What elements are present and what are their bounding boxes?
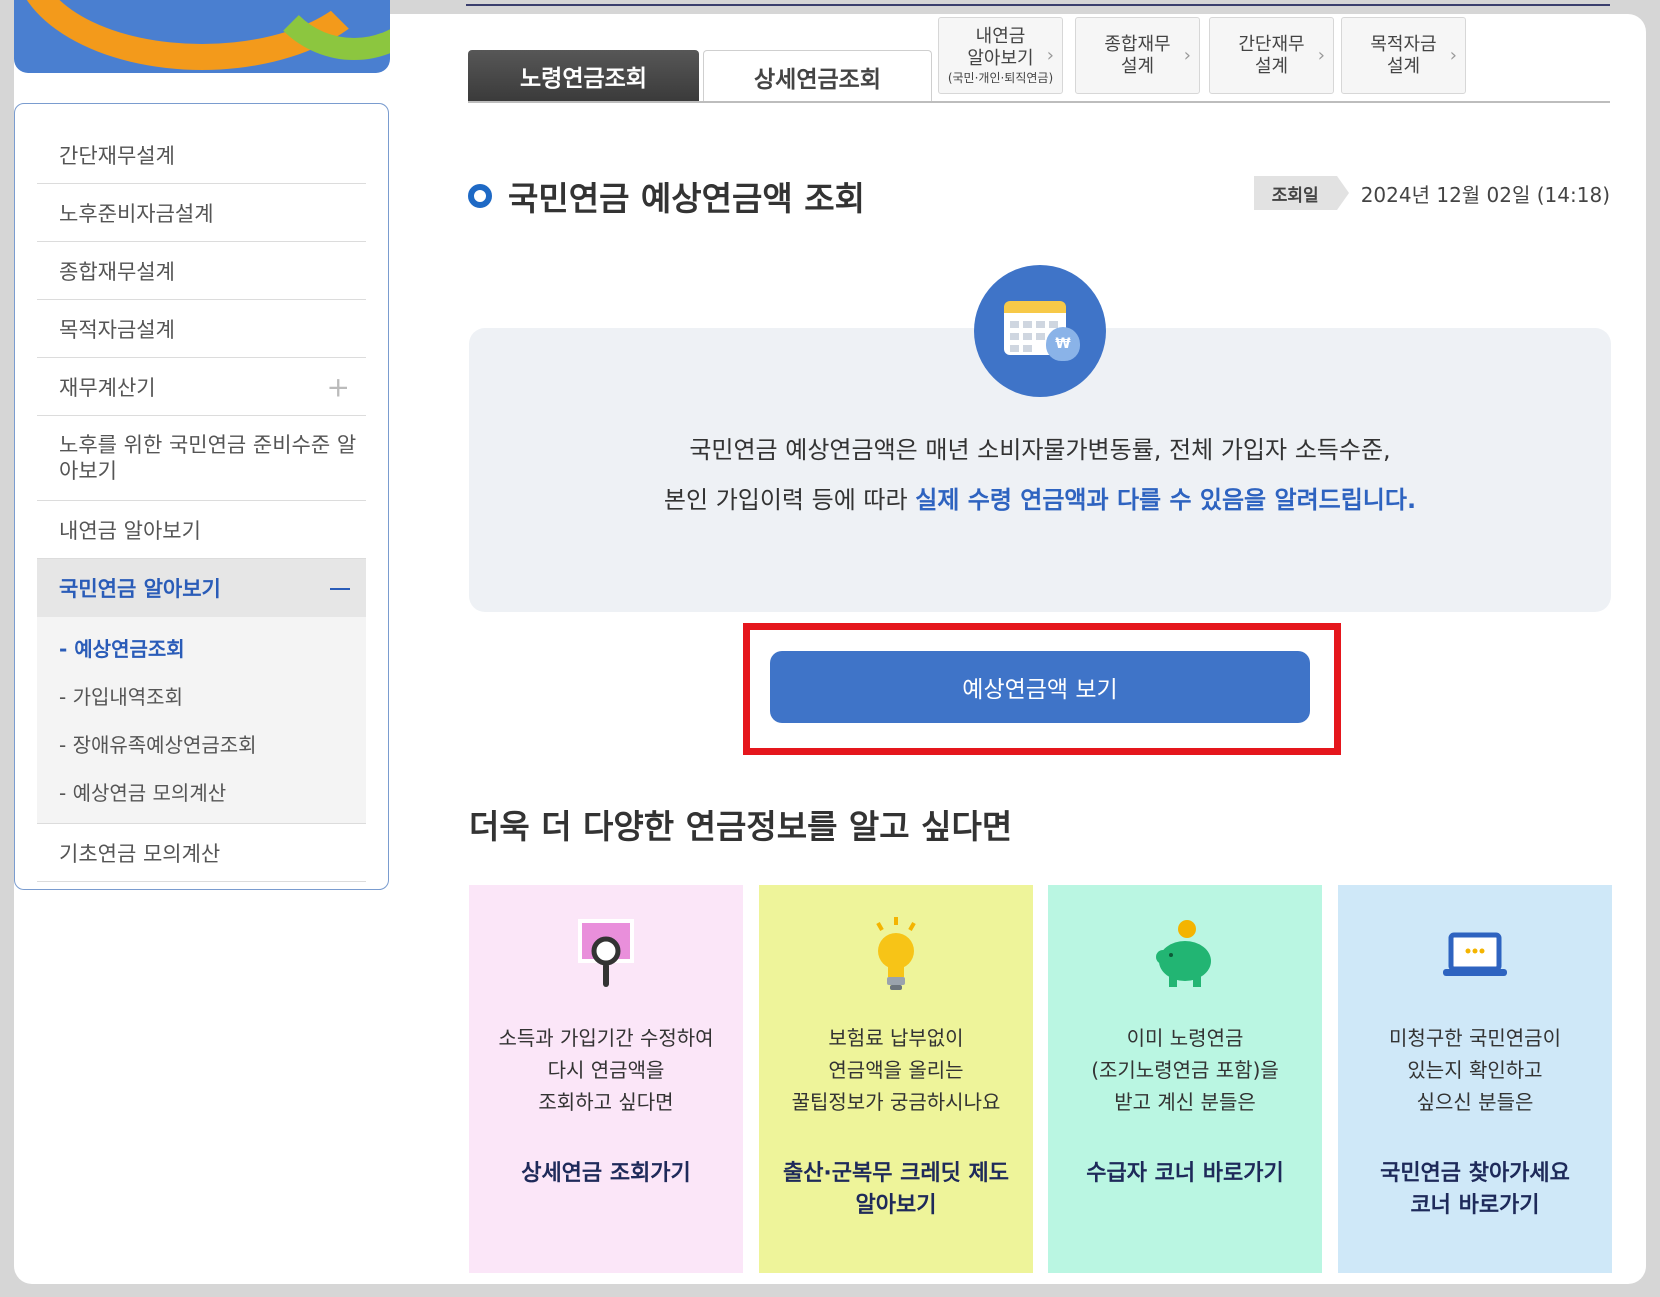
link-label: 목적자금 bbox=[1370, 33, 1437, 55]
sidebar-item-label: 내연금 알아보기 bbox=[59, 518, 201, 543]
query-date-value: 2024년 12월 02일 (14:18) bbox=[1360, 182, 1610, 207]
card-desc-line: 다시 연금액을 bbox=[547, 1058, 665, 1082]
tab-old-age-pension[interactable]: 노령연금조회 bbox=[468, 50, 699, 102]
info-card-recipient-corner[interactable]: 이미 노령연금 (조기노령연금 포함)을 받고 계신 분들은 수급자 코너 바로… bbox=[1048, 885, 1322, 1273]
notice-highlight: 실제 수령 연금액과 다를 수 있음을 알려드립니다. bbox=[915, 486, 1417, 514]
more-info-title: 더욱 더 다양한 연금정보를 알고 싶다면 bbox=[469, 807, 1013, 846]
card-description: 이미 노령연금 (조기노령연금 포함)을 받고 계신 분들은 bbox=[1048, 1022, 1322, 1118]
card-desc-line: 꿀팁정보가 궁금하시나요 bbox=[791, 1090, 1001, 1114]
card-desc-line: 싶으신 분들은 bbox=[1416, 1090, 1534, 1114]
link-label: 내연금 bbox=[975, 25, 1026, 47]
card-desc-line: 소득과 가입기간 수정하여 bbox=[498, 1026, 714, 1050]
card-description: 미청구한 국민연금이 있는지 확인하고 싶으신 분들은 bbox=[1338, 1022, 1612, 1118]
sidebar-item-label: 국민연금 알아보기 bbox=[59, 577, 221, 601]
card-link[interactable]: 국민연금 찾아가세요 코너 바로가기 bbox=[1338, 1158, 1612, 1222]
sidebar-item-my-pension[interactable]: 내연금 알아보기 bbox=[37, 501, 366, 559]
tab-detailed-pension[interactable]: 상세연금조회 bbox=[703, 50, 932, 102]
sidebar-item-label: 재무계산기 bbox=[59, 375, 156, 400]
notice-line-1: 국민연금 예상연금액은 매년 소비자물가변동률, 전체 가입자 소득수준, bbox=[689, 436, 1391, 464]
card-link[interactable]: 상세연금 조회가기 bbox=[469, 1158, 743, 1190]
info-card-find-pension[interactable]: 미청구한 국민연금이 있는지 확인하고 싶으신 분들은 국민연금 찾아가세요 코… bbox=[1338, 885, 1612, 1273]
link-label: 간단재무 bbox=[1238, 33, 1305, 55]
card-desc-line: 보험료 납부없이 bbox=[828, 1026, 964, 1050]
query-date: 조회일 2024년 12월 02일 (14:18) bbox=[1253, 176, 1610, 210]
card-desc-line: 조회하고 싶다면 bbox=[538, 1090, 674, 1114]
card-description: 소득과 가입기간 수정하여 다시 연금액을 조회하고 싶다면 bbox=[469, 1022, 743, 1118]
card-link[interactable]: 출산·군복무 크레딧 제도 알아보기 bbox=[759, 1158, 1033, 1222]
sidebar-item-purpose-fund-plan[interactable]: 목적자금설계 bbox=[37, 300, 366, 358]
plus-icon[interactable]: + bbox=[327, 370, 350, 403]
card-link-line: 수급자 코너 바로가기 bbox=[1086, 1161, 1284, 1186]
card-desc-line: (조기노령연금 포함)을 bbox=[1091, 1058, 1279, 1082]
sidebar-item-simple-financial-plan[interactable]: 간단재무설계 bbox=[37, 126, 366, 184]
card-desc-line: 미청구한 국민연금이 bbox=[1389, 1026, 1561, 1050]
sidebar-item-label: 목적자금설계 bbox=[59, 317, 175, 342]
card-link-line: 코너 바로가기 bbox=[1410, 1193, 1540, 1218]
link-label: 종합재무 bbox=[1104, 33, 1171, 55]
link-label: 설계 bbox=[1254, 55, 1289, 77]
page-title: 국민연금 예상연금액 조회 bbox=[508, 179, 865, 218]
laptop-icon bbox=[1443, 932, 1507, 976]
sidebar-submenu: - 예상연금조회 - 가입내역조회 - 장애유족예상연금조회 - 예상연금 모의… bbox=[37, 617, 366, 824]
sidebar-item-national-pension[interactable]: 국민연금 알아보기 bbox=[37, 559, 366, 617]
submenu-item-pension-simulation[interactable]: - 예상연금 모의계산 bbox=[59, 767, 366, 815]
submenu-item-enrollment-history[interactable]: - 가입내역조회 bbox=[59, 671, 366, 719]
sidebar-item-label: 노후를 위한 국민연금 준비수준 알아보기 bbox=[59, 433, 357, 483]
info-card-detailed-pension[interactable]: 소득과 가입기간 수정하여 다시 연금액을 조회하고 싶다면 상세연금 조회가기 bbox=[469, 885, 743, 1273]
submenu-item-disability-survivor[interactable]: - 장애유족예상연금조회 bbox=[59, 719, 366, 767]
chevron-right-icon: › bbox=[1046, 44, 1054, 66]
sidebar-item-label: 기초연금 모의계산 bbox=[59, 841, 221, 866]
sidebar-item-financial-calculator[interactable]: 재무계산기 + bbox=[37, 358, 366, 416]
notice-text: 국민연금 예상연금액은 매년 소비자물가변동률, 전체 가입자 소득수준, 본인… bbox=[469, 425, 1611, 525]
magnifier-icon bbox=[578, 919, 634, 987]
submenu-item-expected-pension[interactable]: - 예상연금조회 bbox=[59, 623, 366, 671]
chevron-right-icon: › bbox=[1449, 44, 1457, 66]
view-expected-pension-button[interactable]: 예상연금액 보기 bbox=[770, 651, 1310, 723]
card-desc-line: 받고 계신 분들은 bbox=[1114, 1090, 1256, 1114]
tab-baseline bbox=[468, 101, 1610, 103]
lightbulb-icon bbox=[876, 917, 916, 990]
sidebar-item-basic-pension-simulation[interactable]: 기초연금 모의계산 bbox=[37, 824, 366, 882]
top-divider bbox=[466, 0, 1610, 6]
sidebar-item-comprehensive-plan[interactable]: 종합재무설계 bbox=[37, 242, 366, 300]
sidebar-item-retirement-fund-plan[interactable]: 노후준비자금설계 bbox=[37, 184, 366, 242]
banner-graphic bbox=[14, 0, 390, 73]
sidebar-item-label: 노후준비자금설계 bbox=[59, 201, 214, 226]
card-desc-line: 있는지 확인하고 bbox=[1407, 1058, 1543, 1082]
link-label: 설계 bbox=[1386, 55, 1421, 77]
chevron-right-icon: › bbox=[1183, 44, 1191, 66]
sidebar-item-label: 종합재무설계 bbox=[59, 259, 175, 284]
link-purpose-fund-plan[interactable]: 목적자금 설계 › bbox=[1341, 17, 1466, 94]
sidebar-menu: 간단재무설계 노후준비자금설계 종합재무설계 목적자금설계 재무계산기 + 노후… bbox=[14, 103, 389, 890]
link-comprehensive-plan[interactable]: 종합재무 설계 › bbox=[1075, 17, 1200, 94]
card-description: 보험료 납부없이 연금액을 올리는 꿀팁정보가 궁금하시나요 bbox=[759, 1022, 1033, 1118]
link-label: 알아보기 bbox=[967, 47, 1034, 69]
card-desc-line: 연금액을 올리는 bbox=[828, 1058, 964, 1082]
card-desc-line: 이미 노령연금 bbox=[1126, 1026, 1244, 1050]
notice-line-2: 본인 가입이력 등에 따라 실제 수령 연금액과 다를 수 있음을 알려드립니다… bbox=[469, 475, 1611, 525]
card-link-line: 국민연금 찾아가세요 bbox=[1380, 1161, 1570, 1186]
sidebar-item-pension-readiness[interactable]: 노후를 위한 국민연금 준비수준 알아보기 bbox=[37, 416, 366, 501]
card-link-line: 알아보기 bbox=[855, 1193, 937, 1218]
link-label: 설계 bbox=[1120, 55, 1155, 77]
card-link-line: 출산·군복무 크레딧 제도 bbox=[782, 1161, 1010, 1186]
chevron-right-icon: › bbox=[1317, 44, 1325, 66]
bullet-ring-icon bbox=[468, 184, 492, 208]
page-heading: 국민연금 예상연금액 조회 bbox=[468, 172, 865, 220]
sidebar-item-label: 간단재무설계 bbox=[59, 143, 175, 168]
money-bag-icon: ₩ bbox=[1046, 327, 1080, 361]
link-sublabel: (국민·개인·퇴직연금) bbox=[947, 70, 1054, 85]
card-link[interactable]: 수급자 코너 바로가기 bbox=[1048, 1158, 1322, 1190]
info-card-credit-system[interactable]: 보험료 납부없이 연금액을 올리는 꿀팁정보가 궁금하시나요 출산·군복무 크레… bbox=[759, 885, 1033, 1273]
notice-line-2-text: 본인 가입이력 등에 따라 bbox=[663, 486, 916, 514]
query-date-label: 조회일 bbox=[1253, 176, 1349, 210]
piggy-bank-icon bbox=[1156, 920, 1211, 987]
link-my-pension[interactable]: 내연금 알아보기 (국민·개인·퇴직연금) › bbox=[938, 17, 1063, 94]
link-simple-plan[interactable]: 간단재무 설계 › bbox=[1209, 17, 1334, 94]
card-link-line: 상세연금 조회가기 bbox=[521, 1161, 691, 1186]
calendar-money-icon: ₩ bbox=[974, 265, 1106, 397]
minus-icon[interactable] bbox=[330, 588, 350, 590]
